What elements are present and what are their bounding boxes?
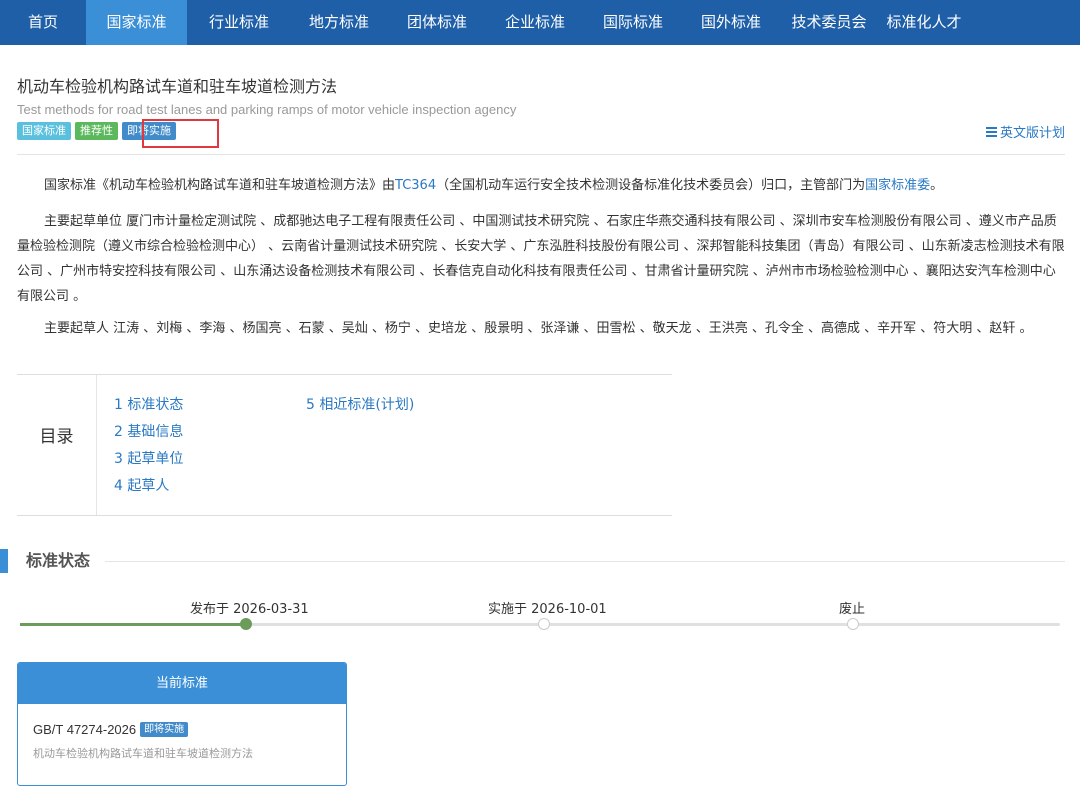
card-status-badge: 即将实施: [140, 722, 189, 737]
standard-title-en: Test methods for road test lanes and par…: [17, 102, 517, 117]
card-code-row: GB/T 47274-2026 即将实施: [33, 722, 189, 737]
standard-title-cn: 机动车检验机构路试车道和驻车坡道检测方法: [17, 77, 338, 96]
english-plan-label: 英文版计划: [999, 126, 1065, 141]
timeline-dot-implemented: [538, 618, 550, 630]
nav-item-home[interactable]: 首页: [0, 0, 86, 45]
toc-item-drafters[interactable]: 4 起草人: [114, 473, 183, 500]
intro-paragraph-1: 国家标准《机动车检验机构路试车道和驻车坡道检测方法》由TC364（全国机动车运行…: [17, 173, 1065, 198]
toc-item-drafting-units[interactable]: 3 起草单位: [114, 446, 183, 473]
timeline-progress: [20, 623, 246, 626]
nav-item-international-standard[interactable]: 国际标准: [583, 0, 683, 45]
toc-item-status[interactable]: 1 标准状态: [114, 392, 183, 419]
toc-label: 目录: [17, 375, 97, 515]
timeline-label-published: 发布于 2026-03-31: [190, 602, 309, 617]
timeline-dot-published: [240, 618, 252, 630]
english-plan-link[interactable]: 英文版计划: [985, 122, 1065, 141]
intro-p1-end: 。: [930, 178, 944, 193]
badge-recommended: 推荐性: [75, 122, 118, 140]
timeline-label-abolished: 废止: [839, 602, 866, 617]
nav-item-national-standard[interactable]: 国家标准: [86, 0, 187, 45]
badge-national-standard: 国家标准: [17, 122, 71, 140]
intro-p1-text: 国家标准《机动车检验机构路试车道和驻车坡道检测方法》由: [44, 178, 396, 193]
nav-item-enterprise-standard[interactable]: 企业标准: [487, 0, 583, 45]
standard-header: 机动车检验机构路试车道和驻车坡道检测方法 Test methods for ro…: [17, 74, 1065, 155]
current-standard-card[interactable]: 当前标准 GB/T 47274-2026 即将实施 机动车检验机构路试车道和驻车…: [17, 662, 347, 786]
toc-item-similar-standards[interactable]: 5 相近标准(计划): [306, 392, 414, 419]
nav-item-tech-committee[interactable]: 技术委员会: [779, 0, 879, 45]
section-divider: [105, 561, 1065, 562]
intro-paragraph-drafters: 主要起草人 江涛 、刘梅 、李海 、杨国亮 、石蒙 、吴灿 、杨宁 、史培龙 、…: [44, 321, 1033, 336]
status-section-header: 标准状态: [0, 549, 1065, 573]
toc-item-basic-info[interactable]: 2 基础信息: [114, 419, 183, 446]
table-of-contents: 目录 1 标准状态 2 基础信息 3 起草单位 4 起草人 5 相近标准(计划): [17, 374, 672, 516]
timeline-label-implemented: 实施于 2026-10-01: [488, 602, 607, 617]
nav-item-local-standard[interactable]: 地方标准: [291, 0, 387, 45]
nav-item-industry-standard[interactable]: 行业标准: [187, 0, 291, 45]
dept-link[interactable]: 国家标准委: [865, 178, 930, 193]
intro-paragraph-drafting-units: 主要起草单位 厦门市计量检定测试院 、成都驰达电子工程有限责任公司 、中国测试技…: [17, 214, 1065, 304]
tc-link[interactable]: TC364: [395, 178, 436, 193]
nav-item-foreign-standard[interactable]: 国外标准: [683, 0, 779, 45]
toc-column-right: 5 相近标准(计划): [306, 392, 414, 419]
card-standard-name: 机动车检验机构路试车道和驻车坡道检测方法: [33, 747, 253, 760]
card-header: 当前标准: [18, 663, 346, 704]
top-nav: 首页 国家标准 行业标准 地方标准 团体标准 企业标准 国际标准 国外标准 技术…: [0, 0, 1080, 45]
timeline-dot-abolished: [847, 618, 859, 630]
highlight-box: [142, 119, 219, 148]
nav-item-group-standard[interactable]: 团体标准: [387, 0, 487, 45]
standard-code: GB/T 47274-2026: [33, 722, 137, 737]
intro-p1-mid: （全国机动车运行安全技术检测设备标准化技术委员会）归口，主管部门为: [436, 178, 866, 193]
nav-item-talent[interactable]: 标准化人才: [879, 0, 969, 45]
status-section-title: 标准状态: [26, 551, 91, 570]
toc-column-left: 1 标准状态 2 基础信息 3 起草单位 4 起草人: [114, 392, 183, 500]
section-accent-bar: [0, 549, 8, 573]
list-icon: [985, 126, 997, 137]
